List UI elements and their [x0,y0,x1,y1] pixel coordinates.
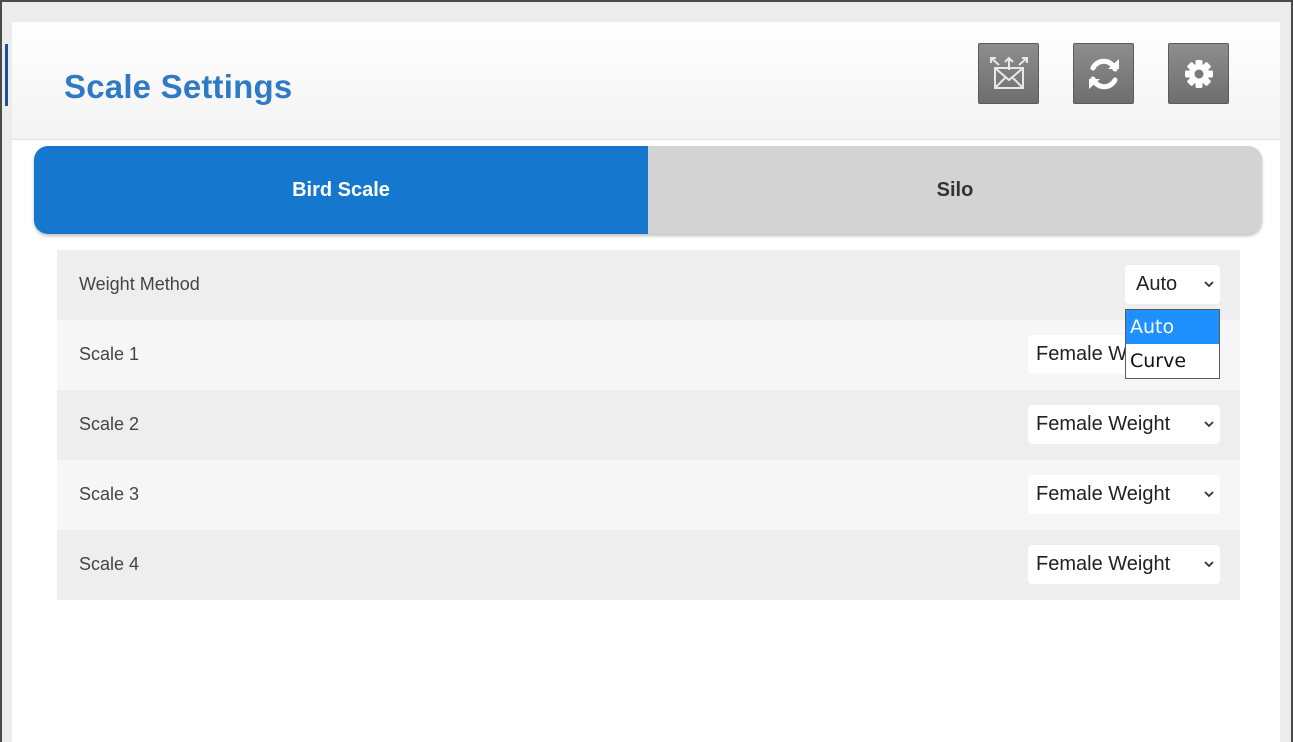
setting-row-scale-2: Scale 2 Female Weight [57,390,1240,460]
chevron-down-icon [1204,421,1214,428]
weight-method-value: Auto [1136,273,1178,295]
weight-method-dropdown: Auto Curve [1125,309,1220,379]
page-header: Scale Settings [12,22,1280,140]
chevron-down-icon [1204,281,1214,288]
refresh-icon [1088,58,1119,89]
dropdown-option-curve[interactable]: Curve [1126,344,1219,378]
scale-4-value: Female Weight [1036,553,1171,575]
setting-row-scale-1: Scale 1 Female Weight [57,320,1240,390]
mail-arrows-icon [989,56,1028,89]
chevron-down-icon [1204,491,1214,498]
mail-sync-button[interactable] [978,43,1039,104]
setting-row-weight-method: Weight Method Auto [57,250,1240,320]
weight-method-label: Weight Method [79,274,200,294]
refresh-button[interactable] [1073,43,1134,104]
chevron-down-icon [1204,561,1214,568]
dropdown-option-auto[interactable]: Auto [1126,310,1219,344]
gear-icon [1184,59,1213,88]
scale-2-value: Female Weight [1036,413,1171,435]
page-title: Scale Settings [64,68,293,105]
tab-bird-scale[interactable]: Bird Scale [34,146,648,234]
weight-method-select[interactable]: Auto [1125,265,1220,304]
setting-row-scale-3: Scale 3 Female Weight [57,460,1240,530]
tab-silo[interactable]: Silo [648,146,1262,234]
app-frame: Scale Settings Bird Scale Silo Weight Me… [0,0,1293,742]
scale-3-label: Scale 3 [79,484,140,504]
scale-3-select[interactable]: Female Weight [1028,475,1220,514]
scale-4-label: Scale 4 [79,554,140,574]
scale-1-label: Scale 1 [79,344,140,364]
left-accent-bar [5,44,8,106]
scale-2-select[interactable]: Female Weight [1028,405,1220,444]
scale-settings-panel: Scale Settings Bird Scale Silo Weight Me… [12,22,1280,742]
scale-2-label: Scale 2 [79,414,140,434]
scale-3-value: Female Weight [1036,483,1171,505]
settings-list: Weight Method Auto Scale 1 Female Weight… [57,250,1240,600]
settings-button[interactable] [1168,43,1229,104]
scale-4-select[interactable]: Female Weight [1028,545,1220,584]
tab-bar: Bird Scale Silo [34,146,1262,234]
setting-row-scale-4: Scale 4 Female Weight [57,530,1240,600]
